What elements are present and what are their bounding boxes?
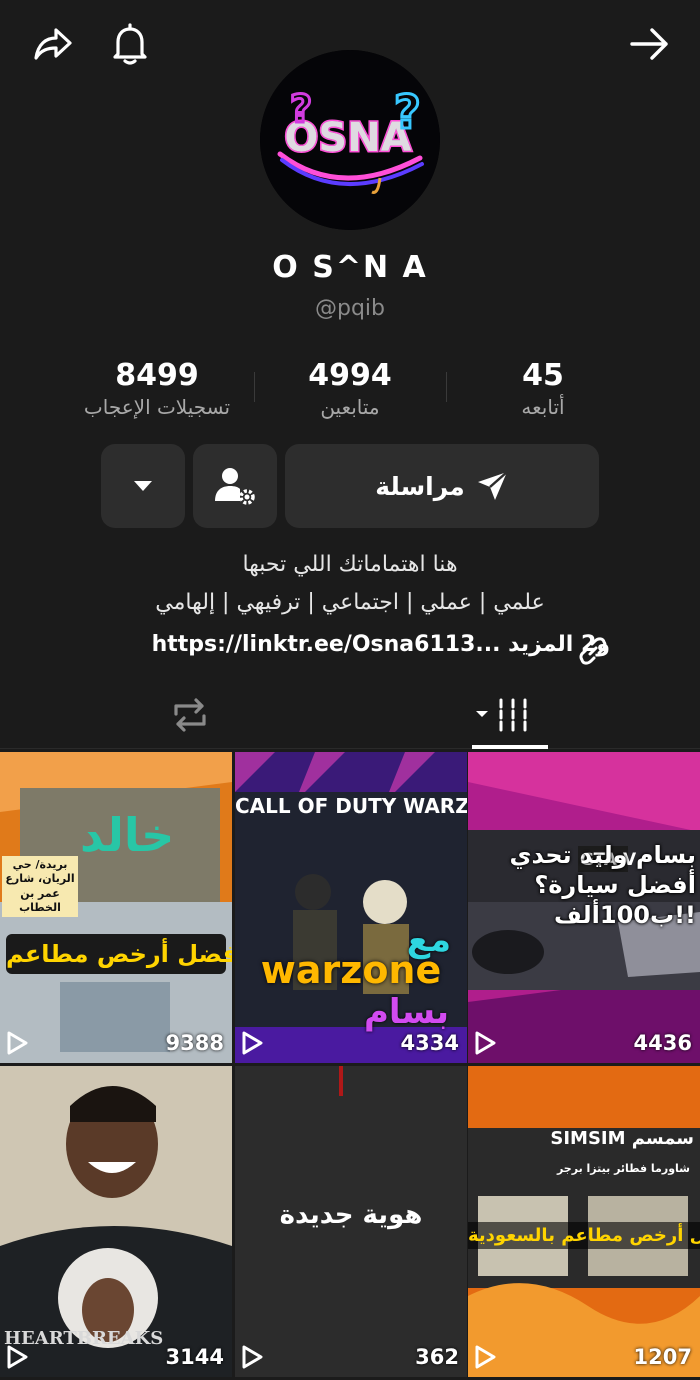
bell-icon[interactable] (106, 20, 154, 68)
friend-settings-button[interactable] (193, 444, 277, 528)
view-count: 362 (415, 1345, 459, 1369)
view-count: 4334 (400, 1031, 459, 1055)
osna-logo: OSNA OSNA ? ? (260, 50, 440, 230)
video-grid: GTA V بسام وليد تحدي أفضل سيارة؟ ب100ألف… (0, 752, 700, 1380)
more-dropdown-button[interactable] (101, 444, 185, 528)
svg-text:?: ? (290, 87, 312, 131)
play-icon (475, 1031, 496, 1055)
video-sub-2: warzone (260, 948, 442, 992)
tab-active-indicator (472, 745, 548, 749)
video-tile[interactable]: CALL OF DUTY WARZONE مع warzone بسام 433… (235, 752, 467, 1063)
link-icon (578, 636, 608, 670)
view-count: 9388 (165, 1031, 224, 1055)
video-title: هوية جديدة (279, 1200, 423, 1230)
message-label: مراسلة (375, 471, 465, 501)
repost-icon (174, 698, 206, 732)
stat-value: 45 (522, 358, 564, 393)
video-note: بريدة/ حي الريان، شارع عمر بن الخطاب (2, 856, 78, 918)
stat-followers[interactable]: 4994 متابعين (250, 358, 450, 419)
video-title: CALL OF DUTY WARZONE (235, 794, 467, 818)
tab-reposts[interactable] (168, 694, 212, 740)
stat-value: 8499 (115, 358, 199, 393)
play-icon (242, 1031, 263, 1055)
video-menu: شاورما فطائر بيتزا برجر (556, 1162, 690, 1175)
user-settings-icon (215, 468, 255, 505)
play-icon (7, 1345, 28, 1369)
video-tile[interactable]: SIMSIM سمسم شاورما فطائر بيتزا برجر أفضل… (468, 1066, 700, 1377)
video-tile[interactable]: HEARTBREAKS 3144 (0, 1066, 232, 1377)
stat-label: متابعين (320, 395, 380, 419)
display-name: O S^N A (272, 250, 428, 285)
stat-value: 4994 (308, 358, 392, 393)
stat-likes[interactable]: 8499 تسجيلات الإعجاب (57, 358, 257, 419)
video-title: أفضل أرخص مطاعم بالسعودية (468, 1222, 700, 1249)
play-icon (475, 1345, 496, 1369)
username: @pqib (314, 296, 385, 321)
tab-videos-grid[interactable] (474, 696, 534, 740)
svg-text:?: ? (394, 85, 421, 139)
video-tile[interactable]: خالد بريدة/ حي الريان، شارع عمر بن الخطا… (0, 752, 232, 1063)
grid-icon (476, 698, 527, 732)
view-count: 3144 (165, 1345, 224, 1369)
video-title: بسام وليد تحدي أفضل سيارة؟ ب100ألف!! (509, 841, 696, 929)
message-button[interactable]: مراسلة (285, 444, 599, 528)
arrow-right-icon[interactable] (626, 20, 674, 68)
send-icon (477, 471, 508, 500)
bio-link[interactable]: https://linktr.ee/Osna6113... (152, 632, 501, 657)
stat-label: تسجيلات الإعجاب (83, 395, 231, 419)
tabs-divider (0, 748, 700, 749)
bio-line-1: هنا اهتماماتك اللي تحبها (242, 552, 458, 577)
play-icon (7, 1031, 28, 1055)
play-icon (242, 1345, 263, 1369)
stat-following[interactable]: 45 أتابعه (443, 358, 643, 419)
bio-link-row[interactable]: https://linktr.ee/Osna6113... و2 المزيد (152, 632, 610, 657)
bio-line-2: علمي | عملي | اجتماعي | ترفيهي | إلهامي (155, 590, 545, 615)
video-sub-3: بسام (363, 992, 449, 1032)
video-tile[interactable]: GTA V بسام وليد تحدي أفضل سيارة؟ ب100ألف… (468, 752, 700, 1063)
stat-label: أتابعه (521, 395, 565, 419)
video-tile[interactable]: هوية جديدة 362 (235, 1066, 467, 1377)
view-count: 4436 (633, 1031, 692, 1055)
video-title: أفضل أرخص مطاعم (6, 934, 232, 974)
share-icon[interactable] (28, 20, 76, 68)
avatar[interactable]: OSNA OSNA ? ? (260, 50, 440, 230)
chevron-down-icon (134, 481, 152, 491)
video-sign: خالد (80, 808, 175, 862)
video-sign: SIMSIM سمسم (550, 1128, 694, 1149)
view-count: 1207 (633, 1345, 692, 1369)
